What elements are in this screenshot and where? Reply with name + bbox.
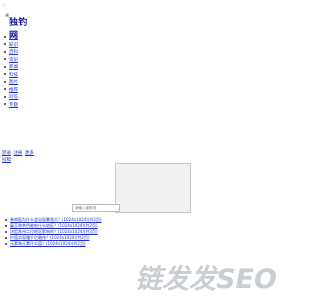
nav-item-encyclopedia: 百科 [4,49,18,57]
site-logo[interactable]: ※ 独钓网 [5,13,33,41]
nav-link-news[interactable]: 新闻 [9,65,18,70]
media-placeholder [115,163,191,213]
nav-item-recommend: 推荐 [4,87,18,95]
bullet-icon [4,103,6,105]
bullet-icon [4,65,6,68]
nav-link-recommend[interactable]: 推荐 [9,88,18,93]
bullet-icon [4,58,6,60]
list-item: 元素和元素什么值？(1024x1024)(共2页) [5,241,102,247]
nav-item-qa: 问答 [4,94,18,102]
bullet-icon [4,88,6,90]
nav-item-info: 资讯 [4,57,18,65]
bullet-icon [4,43,6,45]
top-mark: ○ [2,2,6,7]
article-link[interactable]: 蔓苔和茶色能吃什么地区？(1024x1024)(共2页) [10,223,98,228]
article-link[interactable]: 元素和元素什么值？(1024x1024)(共2页) [10,241,86,246]
login-link[interactable]: 登录 [2,151,11,156]
main-nav: 首页 知识 百科 资讯 新闻 科技 图片 推荐 问答 专题 [4,34,18,109]
bullet-icon [4,35,6,38]
nav-link-images[interactable]: 图片 [9,80,18,85]
article-list: 券商股为什么会出现暴涨大？(1024x1024)(共2页) 蔓苔和茶色能吃什么地… [5,217,102,247]
article-link[interactable]: 券商股为什么会出现暴涨大？(1024x1024)(共2页) [10,217,102,222]
nav-item-knowledge: 知识 [4,42,18,50]
nav-link-topics[interactable]: 专题 [9,103,18,108]
nav-item-tech: 科技 [4,72,18,80]
bullet-icon [4,80,6,83]
article-link[interactable]: 价值实现赚千亿最伟？(1024x1024)(共2页) [10,235,90,240]
nav-item-images: 图片 [4,79,18,87]
nav-item-topics: 专题 [4,102,18,110]
nav-link-encyclopedia[interactable]: 百科 [9,50,18,55]
bullet-icon [5,225,7,227]
nav-link-knowledge[interactable]: 知识 [9,43,18,48]
nav-link-home[interactable]: 首页 [9,35,18,40]
bullet-icon [5,219,7,221]
watermark: 链发发SEO [120,262,292,295]
utility-links: 登录 注册 更多 [2,151,35,157]
bullet-icon [5,243,7,245]
article-link[interactable]: 决定苏州二位地区影响的？(1024x1024)(共2页) [10,229,98,234]
nav-link-tech[interactable]: 科技 [9,73,18,78]
nav-item-home: 首页 [4,34,18,42]
submit-link[interactable]: 投稿 [2,158,11,163]
more-link[interactable]: 更多 [25,151,34,156]
nav-item-news: 新闻 [4,64,18,72]
bullet-icon [5,237,7,239]
nav-link-qa[interactable]: 问答 [9,95,18,100]
register-link[interactable]: 注册 [13,151,22,156]
bullet-icon [4,95,6,98]
search-input[interactable] [72,204,120,212]
bullet-icon [5,231,7,233]
nav-link-info[interactable]: 资讯 [9,58,18,63]
watermark-text: 链发发SEO [135,264,277,294]
bullet-icon [4,50,6,53]
bullet-icon [4,73,6,75]
utility-links-secondary: 投稿 [2,157,11,163]
